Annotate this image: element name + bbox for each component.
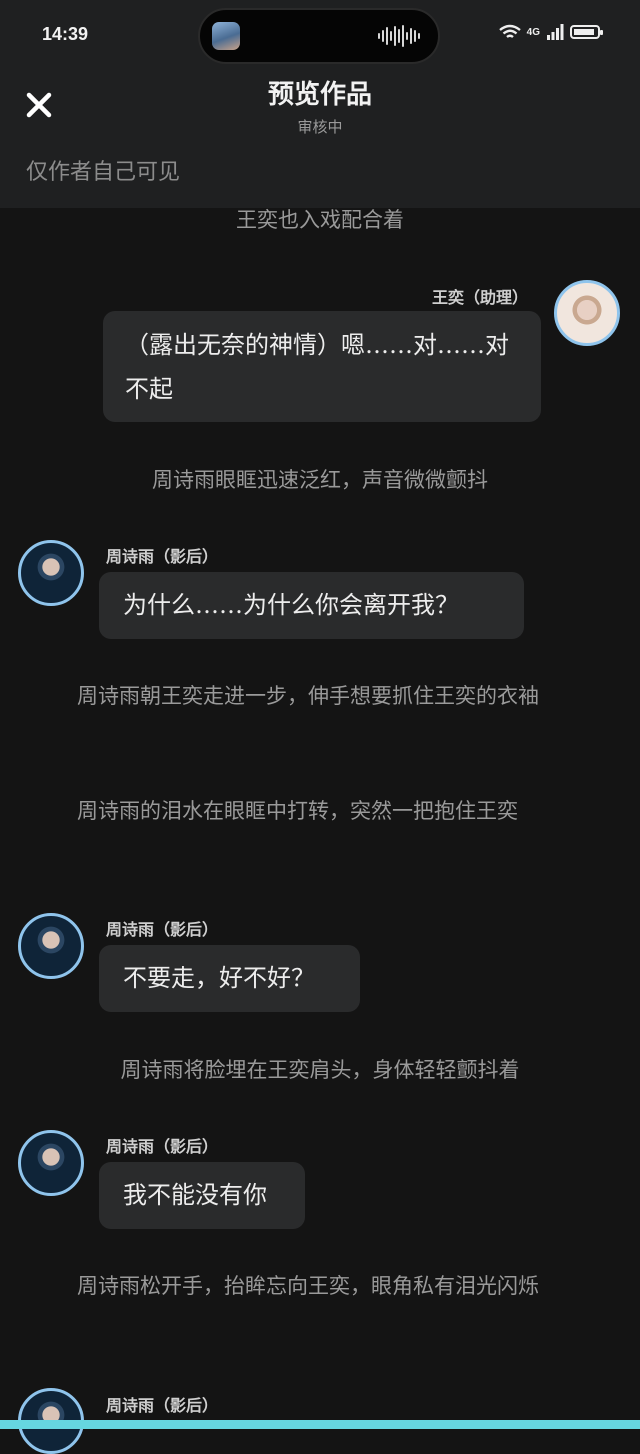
- network-label: 4G: [526, 26, 540, 38]
- page-title: 预览作品: [267, 80, 372, 110]
- status-time: 14:39: [42, 24, 89, 44]
- speaker-name: 周诗雨（影后）: [106, 547, 219, 566]
- dynamic-island[interactable]: [198, 8, 440, 64]
- narration-line: 王奕也入戏配合着: [236, 208, 404, 232]
- review-status: 审核中: [297, 118, 343, 136]
- audio-wave-icon: [378, 24, 424, 48]
- wifi-icon: [498, 24, 521, 38]
- signal-icon: [547, 24, 564, 40]
- speaker-name: 周诗雨（影后）: [106, 1137, 219, 1156]
- message-bubble: 我不能没有你: [99, 1162, 305, 1229]
- preview-header: 预览作品 审核中 仅作者自己可见: [0, 66, 640, 208]
- avatar[interactable]: [18, 540, 84, 606]
- bottom-accent-bar: [0, 1420, 640, 1429]
- avatar[interactable]: [18, 913, 84, 979]
- visibility-note: 仅作者自己可见: [26, 160, 181, 185]
- media-thumbnail: [212, 22, 240, 50]
- narration-line: 周诗雨眼眶迅速泛红，声音微微颤抖: [152, 468, 488, 492]
- message-bubble: 为什么……为什么你会离开我？: [99, 572, 524, 639]
- speaker-name: 王奕（助理）: [432, 288, 529, 307]
- battery-icon: [570, 25, 603, 39]
- narration-line: 周诗雨朝王奕走进一步，伸手想要抓住王奕的衣袖: [77, 684, 539, 708]
- avatar[interactable]: [554, 280, 620, 346]
- speaker-name: 周诗雨（影后）: [106, 1396, 219, 1415]
- avatar[interactable]: [18, 1130, 84, 1196]
- message-bubble: （露出无奈的神情）嗯……对……对不起: [103, 311, 541, 422]
- system-icons: 4G: [498, 24, 603, 40]
- status-bar: 14:39 4G: [0, 0, 640, 66]
- message-bubble: 不要走，好不好？: [99, 945, 360, 1012]
- speaker-name: 周诗雨（影后）: [106, 920, 219, 939]
- narration-line: 周诗雨将脸埋在王奕肩头，身体轻轻颤抖着: [120, 1058, 520, 1082]
- narration-line: 周诗雨松开手，抬眸忘向王奕，眼角私有泪光闪烁: [77, 1274, 539, 1298]
- narration-line: 周诗雨的泪水在眼眶中打转，突然一把抱住王奕: [77, 799, 518, 823]
